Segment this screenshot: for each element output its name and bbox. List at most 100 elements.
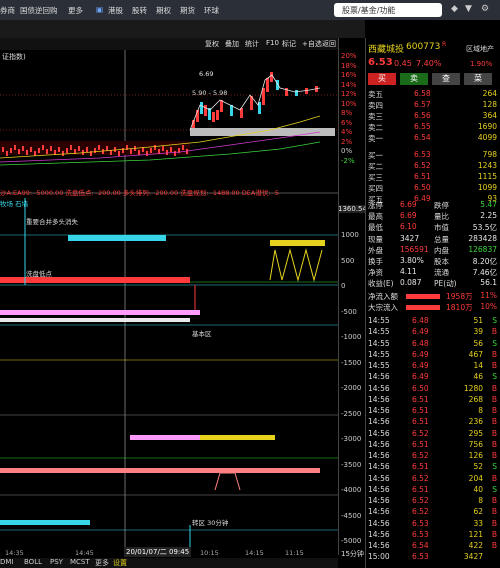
menu-hk-stocks[interactable]: 港股 xyxy=(108,5,123,16)
orderbook-price: 6.53 xyxy=(414,150,431,159)
query-button[interactable]: 查 xyxy=(432,73,460,85)
trade-price: 6.54 xyxy=(412,541,429,550)
stat-label: 净资 xyxy=(368,268,383,278)
candle xyxy=(26,150,28,155)
tab-mcst[interactable]: MCST xyxy=(70,558,90,566)
trade-time: 14:55 xyxy=(368,316,390,325)
trade-row: 14:56 6.52 204 B xyxy=(366,474,500,485)
flow-pct: 10% xyxy=(480,302,497,311)
stat-value: 6.69 xyxy=(400,200,417,209)
settings-icon[interactable]: ⚙ xyxy=(481,4,491,14)
overlay-button[interactable]: 叠加 xyxy=(225,39,239,49)
add-watchlist-button[interactable]: +自选 xyxy=(302,39,322,49)
trade-direction: B xyxy=(491,541,497,550)
menu-neeq[interactable]: 股转 xyxy=(132,5,147,16)
mark-button[interactable]: 标记 xyxy=(282,39,296,49)
trade-volume: 295 xyxy=(468,428,483,438)
trade-row: 14:56 6.52 126 B xyxy=(366,451,500,462)
tab-dmi[interactable]: DMI xyxy=(0,558,14,566)
menu-reverse-repo[interactable]: 国债逆回购 xyxy=(20,5,58,16)
orderbook-row[interactable]: 卖二 6.55 1690 xyxy=(366,122,500,133)
sector-name[interactable]: 区域地产 xyxy=(466,44,494,54)
indicator-legend: 沙A:EA99: -5000.00 洗盘低点: -200.00 多头排列: -2… xyxy=(0,189,280,197)
trade-price: 6.51 xyxy=(412,462,429,472)
trade-time: 14:55 xyxy=(368,361,390,370)
buy-button[interactable]: 买 xyxy=(368,73,396,85)
orderbook-row[interactable]: 卖一 6.54 4099 xyxy=(366,133,500,144)
stat-label: 涨停 xyxy=(368,201,383,210)
tab-more[interactable]: 更多 xyxy=(95,558,109,568)
indicator-subtitle: 牧场 石墙 xyxy=(0,200,29,208)
orderbook-label: 买一 xyxy=(368,151,383,160)
menu-brokers[interactable]: 券商 xyxy=(0,5,15,16)
candle xyxy=(50,146,52,151)
volume-tick: -5000 xyxy=(341,537,362,545)
candle xyxy=(38,148,40,153)
trade-time: 14:56 xyxy=(368,496,390,505)
orderbook-price: 6.56 xyxy=(414,111,431,120)
orderbook-row[interactable]: 买三 6.51 1115 xyxy=(366,172,500,183)
search-input[interactable]: 股票/基金/功能 xyxy=(334,3,442,17)
trade-time: 14:56 xyxy=(368,473,390,483)
period-label[interactable]: 15分钟 xyxy=(341,549,364,559)
trade-direction: B xyxy=(491,529,497,539)
trade-volume: 40 xyxy=(473,484,483,494)
pct-tick: 10% xyxy=(341,99,357,108)
trade-row: 14:56 6.51 268 B xyxy=(366,395,500,406)
stock-code: 600773 xyxy=(406,42,441,52)
trade-direction: S xyxy=(492,462,497,472)
volume-tick: 0 xyxy=(341,282,346,290)
candle xyxy=(266,78,269,92)
trade-row: 14:56 6.53 33 B xyxy=(366,519,500,530)
orderbook-volume: 128 xyxy=(482,100,497,109)
sell-button[interactable]: 卖 xyxy=(400,73,428,85)
f10-button[interactable]: F10 xyxy=(266,39,279,47)
trade-price: 6.53 xyxy=(412,529,429,539)
orderbook-row[interactable]: 买一 6.53 798 xyxy=(366,150,500,161)
volume-tick: 1000 xyxy=(341,231,359,239)
orderbook-row[interactable]: 买二 6.52 1243 xyxy=(366,161,500,172)
trade-time: 14:56 xyxy=(368,383,390,393)
trade-row: 14:56 6.54 422 B xyxy=(366,541,500,552)
stats-button[interactable]: 统计 xyxy=(245,39,259,49)
yellow-zigzag xyxy=(269,248,323,282)
trade-volume: 52 xyxy=(473,462,483,472)
shirt-icon[interactable]: ▼ xyxy=(465,4,475,14)
candle xyxy=(62,151,64,156)
orderbook-row[interactable]: 卖三 6.56 364 xyxy=(366,111,500,122)
trade-time: 14:56 xyxy=(368,394,390,404)
orderbook-row[interactable]: 买四 6.50 1099 xyxy=(366,183,500,194)
candle xyxy=(150,148,152,153)
volume-tick: -2000 xyxy=(341,384,362,392)
tab-settings[interactable]: 设置 xyxy=(113,558,127,568)
trade-time: 14:56 xyxy=(368,507,390,517)
menu-futures[interactable]: 期货 xyxy=(180,5,195,16)
time-tick: 14:15 xyxy=(245,549,264,557)
trade-row: 14:55 6.49 39 B xyxy=(366,327,500,338)
tab-psy[interactable]: PSY xyxy=(50,558,63,566)
candle xyxy=(18,149,20,154)
menu-global[interactable]: 环球 xyxy=(204,5,219,16)
tab-boll[interactable]: BOLL xyxy=(24,558,42,566)
stat-value: 5.47 xyxy=(480,200,497,209)
orderbook-price: 6.50 xyxy=(414,183,431,192)
cube-icon[interactable]: ◆ xyxy=(451,4,461,14)
stat-row: 收益(E) 0.087 PE(动) 56.1 xyxy=(366,278,500,289)
stat-value: 53.5亿 xyxy=(472,223,497,233)
stat-label: 内盘 xyxy=(434,245,449,255)
orderbook-row[interactable]: 卖五 6.58 264 xyxy=(366,89,500,100)
back-button[interactable]: 返回 xyxy=(322,39,336,49)
trade-time: 14:56 xyxy=(368,439,390,449)
menu-options[interactable]: 期权 xyxy=(156,5,171,16)
chart-canvas[interactable] xyxy=(0,50,338,555)
stat-label: 收益(E) xyxy=(368,279,394,289)
orderbook-row[interactable]: 卖四 6.57 128 xyxy=(366,100,500,111)
orderbook-label: 买四 xyxy=(368,184,383,193)
candle xyxy=(138,150,140,155)
menu-button[interactable]: 菜 xyxy=(464,73,492,85)
adjust-button[interactable]: 复权 xyxy=(205,39,219,49)
trade-time: 14:56 xyxy=(368,541,390,550)
flow-row: 大宗流入 1810万 10% xyxy=(366,302,500,313)
menu-more[interactable]: 更多 xyxy=(68,5,83,16)
trade-volume: 8 xyxy=(478,406,483,415)
